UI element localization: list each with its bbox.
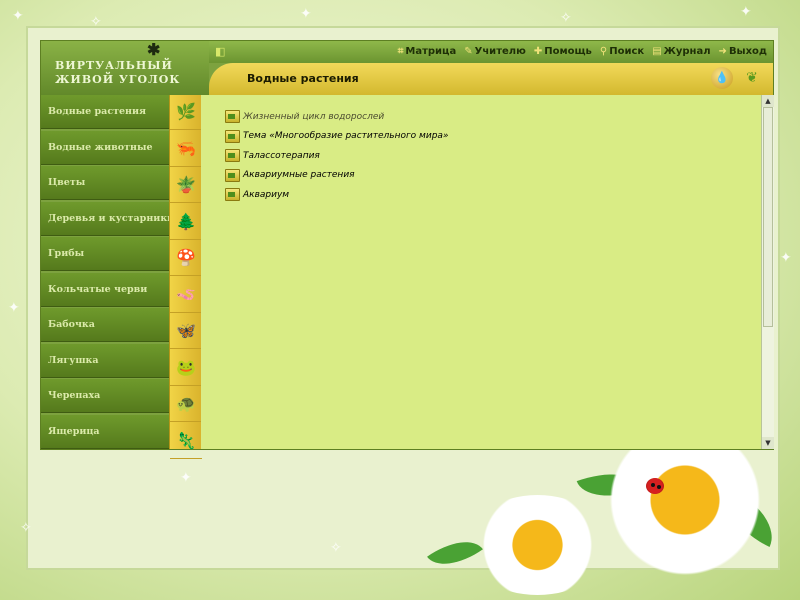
- list-item-label: Аквариумные растения: [243, 170, 355, 181]
- water-drop-icon[interactable]: 💧: [711, 67, 733, 89]
- sparkle-icon: ✦: [8, 300, 20, 316]
- sparkle-icon: ✧: [330, 540, 342, 556]
- mushroom-icon[interactable]: 🍄: [170, 241, 202, 276]
- lizard-icon[interactable]: 🦎: [170, 424, 202, 459]
- app-logo[interactable]: ✱ ВИРТУАЛЬНЫЙ ЖИВОЙ УГОЛОК: [41, 41, 209, 95]
- sidebar-item-label: Лягушка: [48, 354, 99, 366]
- sparkle-icon: ✦: [300, 6, 312, 22]
- nav-matrix-label: Матрица: [405, 46, 457, 57]
- scroll-up-icon[interactable]: ▲: [762, 95, 774, 107]
- nav-search[interactable]: ⚲ Поиск: [600, 46, 644, 57]
- folder-icon: [225, 129, 240, 143]
- sidebar-item-label: Бабочка: [48, 319, 95, 330]
- sidebar-item-water-plants[interactable]: Водные растения: [41, 95, 169, 129]
- section-title: Водные растения: [247, 72, 359, 85]
- sidebar-item-flowers[interactable]: Цветы: [41, 166, 169, 200]
- ladybug-image: [646, 478, 664, 494]
- butterfly-icon[interactable]: 🦋: [170, 314, 202, 349]
- leaf-help-icon[interactable]: ❦: [739, 66, 765, 90]
- resource-list: Жизненный цикл водорослей Тема «Многообр…: [225, 107, 448, 205]
- nav-help[interactable]: ✚ Помощь: [534, 46, 592, 57]
- frog-icon[interactable]: 🐸: [170, 351, 202, 386]
- list-item[interactable]: Жизненный цикл водорослей: [225, 107, 448, 127]
- sidebar-item-mushrooms[interactable]: Грибы: [41, 237, 169, 271]
- folder-icon: [225, 149, 240, 163]
- sidebar-item-label: Ящерица: [48, 425, 100, 437]
- sidebar-item-water-animals[interactable]: Водные животные: [41, 130, 169, 165]
- spider-icon: ✱: [147, 40, 162, 59]
- nav-exit-label: Выход: [728, 46, 767, 57]
- nav-journal-label: Журнал: [663, 46, 711, 57]
- sidebar-item-butterfly[interactable]: Бабочка: [41, 308, 169, 342]
- list-item[interactable]: Аквариумные растения: [225, 166, 448, 186]
- nav-teacher[interactable]: ✎ Учителю: [464, 46, 526, 57]
- sidebar-item-label: Черепаха: [48, 390, 101, 401]
- content-panel: Жизненный цикл водорослей Тема «Многообр…: [201, 95, 761, 449]
- sparkle-icon: ✦: [740, 4, 752, 20]
- sidebar-item-label: Деревья и кустарники: [48, 212, 169, 224]
- daisy-flower-image: [465, 495, 610, 595]
- list-item-label: Тема «Многообразие растительного мира»: [243, 131, 449, 142]
- sparkle-icon: ✦: [780, 250, 792, 266]
- teacher-icon: ✎: [464, 46, 473, 57]
- worm-icon[interactable]: 🪱: [170, 278, 202, 313]
- sidebar-item-frog[interactable]: Лягушка: [41, 343, 169, 378]
- sidebar-item-label: Водные растения: [48, 106, 147, 117]
- logo-line-2: ЖИВОЙ УГОЛОК: [55, 73, 181, 86]
- exit-icon: ➜: [718, 46, 727, 57]
- search-icon: ⚲: [599, 46, 608, 57]
- app-window: ✱ ВИРТУАЛЬНЫЙ ЖИВОЙ УГОЛОК ◧ ⌗ Матрица ✎…: [40, 40, 774, 459]
- potted-flower-icon[interactable]: 🪴: [170, 168, 202, 203]
- folder-icon: [225, 168, 240, 182]
- list-item-label: Жизненный цикл водорослей: [243, 111, 385, 122]
- list-item-label: Талассотерапия: [243, 150, 320, 161]
- nav-matrix[interactable]: ⌗ Матрица: [398, 46, 456, 57]
- sidebar-item-label: Цветы: [48, 177, 86, 188]
- nav-help-label: Помощь: [544, 46, 592, 57]
- nav-teacher-label: Учителю: [474, 46, 526, 57]
- sidebar-item-label: Водные животные: [48, 141, 153, 153]
- tree-branch-icon[interactable]: 🌲: [170, 205, 202, 240]
- sidebar-item-label: Кольчатые черви: [48, 283, 148, 295]
- sparkle-icon: ✧: [560, 10, 572, 26]
- sidebar-item-lizard[interactable]: Ящерица: [41, 414, 169, 449]
- turtle-icon[interactable]: 🐢: [170, 387, 202, 422]
- journal-icon: ▤: [652, 46, 662, 57]
- scroll-down-icon[interactable]: ▼: [762, 437, 774, 449]
- sparkle-icon: ✧: [20, 520, 32, 536]
- folder-icon: [225, 188, 240, 202]
- water-plant-icon[interactable]: 🌿: [170, 95, 202, 130]
- collapse-left-icon[interactable]: ◧: [215, 45, 225, 58]
- sidebar-item-label: Грибы: [48, 248, 85, 259]
- shrimp-icon[interactable]: 🦐: [170, 132, 202, 167]
- help-icon: ✚: [533, 46, 543, 57]
- list-item-label: Аквариум: [243, 189, 290, 200]
- sidebar: Водные растения Водные животные Цветы Де…: [41, 95, 169, 449]
- sidebar-icon-column: 🌿 🦐 🪴 🌲 🍄 🪱 🦋 🐸 🐢 🦎: [169, 95, 203, 459]
- sidebar-item-turtle[interactable]: Черепаха: [41, 379, 169, 413]
- nav-search-label: Поиск: [609, 46, 645, 57]
- vertical-scrollbar[interactable]: ▲ ▼: [761, 95, 774, 449]
- scrollbar-thumb[interactable]: [763, 107, 773, 327]
- list-item[interactable]: Аквариум: [225, 185, 448, 205]
- sidebar-item-trees[interactable]: Деревья и кустарники: [41, 201, 169, 236]
- matrix-icon: ⌗: [397, 46, 404, 57]
- top-navigation: ◧ ⌗ Матрица ✎ Учителю ✚ Помощь ⚲ Поиск ▤…: [209, 41, 773, 63]
- sparkle-icon: ✦: [12, 8, 24, 24]
- logo-line-1: ВИРТУАЛЬНЫЙ: [55, 59, 173, 72]
- sparkle-icon: ✧: [90, 14, 102, 30]
- list-item[interactable]: Тема «Многообразие растительного мира»: [225, 127, 448, 147]
- nav-exit[interactable]: ➜ Выход: [719, 46, 767, 57]
- section-titlebar: Водные растения 💧 ❦: [209, 63, 773, 95]
- list-item[interactable]: Талассотерапия: [225, 146, 448, 166]
- nav-journal[interactable]: ▤ Журнал: [652, 46, 710, 57]
- folder-icon: [225, 110, 240, 124]
- sidebar-item-worms[interactable]: Кольчатые черви: [41, 272, 169, 307]
- sparkle-icon: ✦: [180, 470, 192, 486]
